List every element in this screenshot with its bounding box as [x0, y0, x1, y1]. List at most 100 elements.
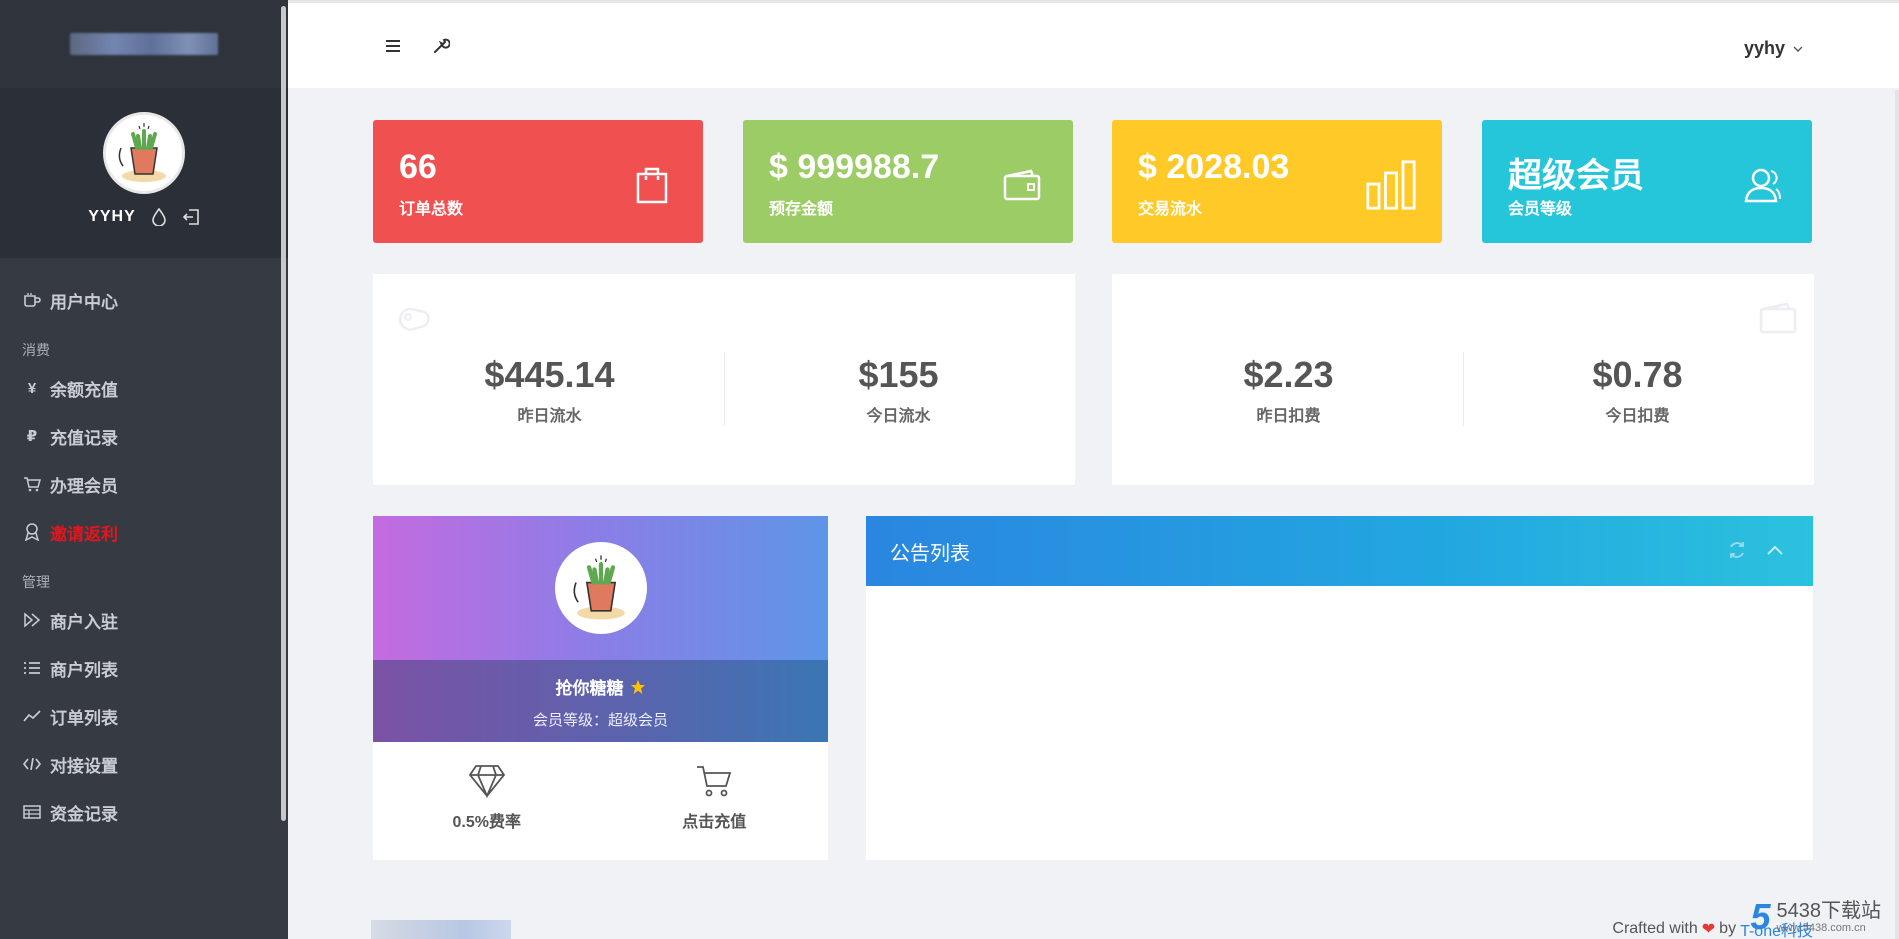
sidebar-item-integration[interactable]: 对接设置: [0, 740, 288, 788]
stat-label: 昨日扣费: [1256, 408, 1321, 425]
flow-panel: $445.14 昨日流水 $155 今日流水: [373, 274, 1075, 485]
stat-today-flow: $155 今日流水: [726, 354, 1071, 426]
tile-order-total[interactable]: 66 订单总数: [373, 120, 703, 243]
heart-icon: ❤: [1701, 921, 1716, 938]
stat-label: 今日流水: [866, 408, 931, 425]
sidebar-scrollbar[interactable]: [281, 6, 286, 821]
profile-name: YYHY: [88, 208, 136, 225]
profile-card-avatar[interactable]: [554, 542, 647, 634]
watermark-name: 5438下载站: [1776, 899, 1882, 922]
sidebar-item-label: 对接设置: [50, 756, 118, 776]
cup-icon: [22, 292, 42, 308]
wallet-icon: [997, 160, 1047, 210]
profile-card-level: 会员等级：超级会员: [532, 712, 668, 729]
footer-crafted: Crafted with: [1612, 920, 1698, 937]
sidebar-item-recharge-records[interactable]: ₽ 充值记录: [0, 412, 288, 460]
code-icon: [22, 757, 42, 771]
menu-toggle-button[interactable]: [382, 35, 404, 57]
user-menu[interactable]: yyhy: [1744, 38, 1803, 59]
watermark: 5 5438下载站 www.5438.com.cn: [1750, 896, 1881, 938]
droplet-icon[interactable]: [150, 208, 168, 226]
sidebar-item-merchant-list[interactable]: 商户列表: [0, 644, 288, 692]
sidebar-item-funds[interactable]: 资金记录: [0, 788, 288, 836]
profile-card-header: [373, 516, 828, 660]
profile-card: 抢你糖糖 会员等级：超级会员 0.5%费率 点击充值: [373, 516, 828, 860]
footer-copyright: [371, 920, 511, 939]
sidebar-item-label: 资金记录: [50, 804, 118, 824]
user-menu-name: yyhy: [1743, 38, 1785, 58]
tile-label: 交易流水: [1138, 201, 1203, 218]
top-header: yyhy: [288, 0, 1899, 88]
tile-prepaid-amount[interactable]: $ 999988.7 预存金额: [743, 120, 1073, 243]
sidebar-item-label: 商户列表: [50, 660, 118, 680]
nav-section-manage: 管理: [22, 574, 50, 590]
sidebar-nav: 用户中心 消费 ¥ 余额充值 ₽ 充值记录 办理会员 邀请返利 管理 商户入驻 …: [0, 258, 288, 836]
recharge-button[interactable]: 点击充值: [601, 742, 829, 860]
rate-label: 0.5%费率: [452, 814, 521, 831]
rate-button[interactable]: 0.5%费率: [373, 742, 601, 860]
brand-logo[interactable]: [0, 0, 288, 88]
cart-icon: [22, 476, 42, 492]
ruble-icon: ₽: [26, 428, 38, 445]
tile-value: $ 2028.03: [1138, 148, 1290, 186]
brand-logo-image: [70, 33, 218, 55]
collapse-icon[interactable]: [1765, 540, 1785, 566]
settings-button[interactable]: [430, 35, 452, 57]
announcement-header: 公告列表: [866, 516, 1813, 586]
recharge-label: 点击充值: [682, 814, 747, 831]
avatar[interactable]: [103, 112, 185, 194]
announcement-tools: [1727, 540, 1785, 566]
star-icon: [630, 679, 645, 694]
tile-label: 订单总数: [399, 201, 464, 218]
carrot-avatar-icon: [572, 555, 625, 620]
list-icon: [22, 661, 42, 675]
sidebar-item-label: 办理会员: [50, 476, 118, 496]
tile-value: 超级会员: [1508, 157, 1644, 195]
trend-icon: [22, 710, 42, 722]
fee-panel: $2.23 昨日扣费 $0.78 今日扣费: [1112, 274, 1814, 485]
sidebar-item-invite[interactable]: 邀请返利: [0, 508, 288, 556]
watermark-url: www.5438.com.cn: [1776, 921, 1866, 934]
watermark-text: 5438下载站 www.5438.com.cn: [1777, 900, 1882, 934]
stat-value: $445.14: [484, 354, 615, 395]
sidebar-item-label: 用户中心: [50, 292, 118, 312]
bar-chart-icon: [1366, 160, 1416, 210]
sidebar-item-merchant-join[interactable]: 商户入驻: [0, 596, 288, 644]
sidebar-item-user-center[interactable]: 用户中心: [0, 276, 288, 324]
announcement-title: 公告列表: [890, 542, 970, 565]
sidebar-item-label: 邀请返利: [50, 524, 118, 544]
refresh-icon[interactable]: [1727, 540, 1747, 566]
diamond-icon: [468, 765, 505, 798]
tile-trade-flow[interactable]: $ 2028.03 交易流水: [1112, 120, 1442, 243]
stat-value: $155: [858, 354, 939, 395]
badge-icon: [22, 523, 42, 541]
stat-label: 今日扣费: [1605, 408, 1670, 425]
tile-label: 预存金额: [769, 201, 834, 218]
tile-value: 66: [399, 148, 437, 186]
gamepad-icon: [393, 298, 433, 338]
hamburger-icon: [386, 40, 400, 52]
footer-by: by: [1719, 920, 1737, 937]
logout-icon[interactable]: [182, 208, 200, 226]
bag-icon: [627, 160, 677, 210]
nav-section-consume: 消费: [22, 342, 50, 358]
sidebar-item-recharge[interactable]: ¥ 余额充值: [0, 364, 288, 412]
stat-today-fee: $0.78 今日扣费: [1465, 354, 1810, 426]
watermark-logo: 5: [1750, 896, 1771, 937]
page-scrollbar[interactable]: [1895, 90, 1899, 939]
wrench-icon: [434, 38, 450, 53]
carrot-avatar-icon: [118, 123, 166, 182]
announcement-panel: 公告列表: [866, 516, 1813, 860]
yen-icon: ¥: [27, 379, 37, 397]
sidebar-item-label: 订单列表: [50, 708, 118, 728]
tile-label: 会员等级: [1508, 201, 1573, 218]
stat-divider: [1463, 352, 1464, 426]
sidebar: YYHY 用户中心 消费 ¥ 余额充值 ₽ 充值记录 办理会员 邀请返利 管理 …: [0, 0, 288, 939]
sidebar-item-order-list[interactable]: 订单列表: [0, 692, 288, 740]
play-outline-icon: [22, 612, 42, 628]
sidebar-item-membership[interactable]: 办理会员: [0, 460, 288, 508]
sidebar-item-label: 充值记录: [50, 428, 118, 448]
stat-value: $0.78: [1592, 354, 1683, 395]
stat-value: $2.23: [1243, 354, 1334, 395]
tile-member-level[interactable]: 超级会员 会员等级: [1482, 120, 1812, 243]
